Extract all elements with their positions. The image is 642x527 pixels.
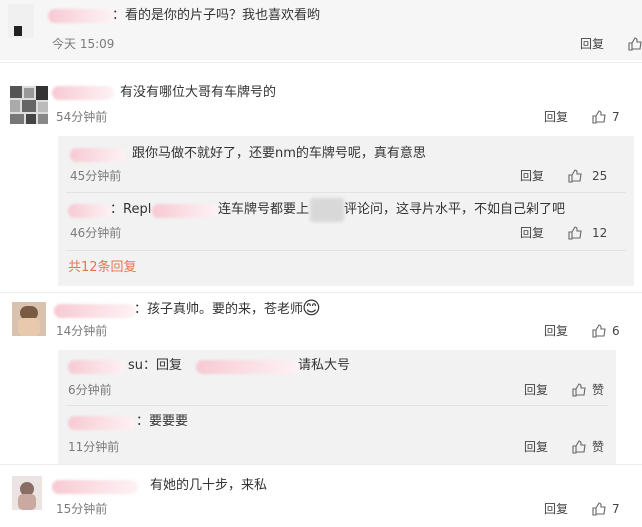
comment-item: ：孩子真帅。要的来，苍老师 😊 14分钟前 回复 6 su：回复 请私大号 6分… — [0, 294, 642, 466]
comment-item: 有没有哪位大哥有车牌号的 54分钟前 回复 7 跟你马做不就好了，还要nm的车牌… — [0, 64, 642, 294]
reply-text: su：回复 — [128, 358, 183, 373]
username-blurred[interactable] — [68, 204, 112, 218]
redacted-block — [310, 198, 344, 222]
reply-text: 跟你马做不就好了，还要nm的车牌号呢，真有意思 — [132, 146, 426, 161]
view-more-replies-link[interactable]: 共12条回复 — [68, 260, 137, 276]
avatar[interactable] — [12, 476, 42, 510]
reply-text: ：Repl — [110, 202, 152, 217]
divider — [0, 62, 642, 63]
username-blurred[interactable] — [52, 480, 138, 494]
comment-text: ：看的是你的片子吗？我也喜欢看哟 — [112, 8, 321, 23]
reply-time: 46分钟前 — [70, 226, 122, 240]
reply-time: 6分钟前 — [68, 383, 112, 397]
reply-text: 请私大号 — [298, 358, 351, 373]
comment-time: 14分钟前 — [56, 324, 108, 338]
username-blurred[interactable] — [70, 148, 126, 162]
comment-time: 15分钟前 — [56, 502, 108, 516]
username-blurred[interactable] — [52, 86, 114, 100]
username-blurred[interactable] — [54, 304, 136, 318]
comment-text: ：孩子真帅。要的来，苍老师 — [134, 302, 304, 317]
replies-box: 跟你马做不就好了，还要nm的车牌号呢，真有意思 45分钟前 回复 25 ：Rep… — [58, 136, 634, 286]
avatar[interactable] — [8, 4, 34, 38]
thumbs-up-icon[interactable] — [568, 169, 582, 183]
username-blurred[interactable] — [68, 416, 136, 430]
reply-button[interactable]: 回复 — [544, 110, 568, 124]
reply-text: 评论问，这寻片水平，不如自己剁了吧 — [344, 202, 566, 217]
like-count: 7 — [612, 110, 620, 124]
username-blurred[interactable] — [48, 9, 114, 23]
username-blurred[interactable] — [152, 204, 218, 218]
comment-text: 有她的几十步，来私 — [150, 478, 268, 493]
thumbs-up-icon[interactable] — [592, 110, 606, 124]
smile-emoji: 😊 — [302, 298, 321, 319]
reply-button[interactable]: 回复 — [524, 383, 548, 397]
thumbs-up-icon[interactable] — [592, 502, 606, 516]
reply-text: 连车牌号都要上 — [218, 202, 310, 217]
like-count: 6 — [612, 324, 620, 338]
thumbs-up-icon[interactable] — [628, 37, 642, 51]
thumbs-up-icon[interactable] — [572, 440, 586, 454]
reply-button[interactable]: 回复 — [520, 226, 544, 240]
like-label: 赞 — [592, 440, 605, 454]
divider — [0, 464, 642, 465]
reply-button[interactable]: 回复 — [520, 169, 544, 183]
username-blurred[interactable] — [68, 360, 126, 374]
like-count: 7 — [612, 502, 620, 516]
like-label: 赞 — [592, 383, 605, 397]
divider — [0, 292, 642, 293]
comment-time: 今天 15:09 — [52, 37, 115, 51]
like-count: 25 — [592, 169, 608, 183]
thumbs-up-icon[interactable] — [572, 383, 586, 397]
like-count: 12 — [592, 226, 608, 240]
comment-time: 54分钟前 — [56, 110, 108, 124]
thumbs-up-icon[interactable] — [568, 226, 582, 240]
avatar[interactable] — [12, 302, 46, 336]
replies-box: su：回复 请私大号 6分钟前 回复 赞 ：要要要 11分钟前 回复 赞 — [58, 350, 616, 464]
divider — [66, 250, 626, 251]
thumbs-up-icon[interactable] — [592, 324, 606, 338]
username-blurred[interactable] — [196, 360, 300, 374]
comment-item: 有她的几十步，来私 15分钟前 回复 7 — [0, 466, 642, 527]
divider — [66, 405, 608, 406]
comment-text: 有没有哪位大哥有车牌号的 — [120, 85, 277, 100]
reply-button[interactable]: 回复 — [580, 37, 604, 51]
reply-button[interactable]: 回复 — [544, 324, 568, 338]
comment-top: ：看的是你的片子吗？我也喜欢看哟 今天 15:09 回复 — [0, 0, 642, 60]
reply-button[interactable]: 回复 — [524, 440, 548, 454]
reply-time: 11分钟前 — [68, 440, 120, 454]
divider — [66, 192, 626, 193]
avatar[interactable] — [10, 86, 48, 124]
reply-button[interactable]: 回复 — [544, 502, 568, 516]
reply-time: 45分钟前 — [70, 169, 122, 183]
reply-text: ：要要要 — [136, 414, 189, 429]
